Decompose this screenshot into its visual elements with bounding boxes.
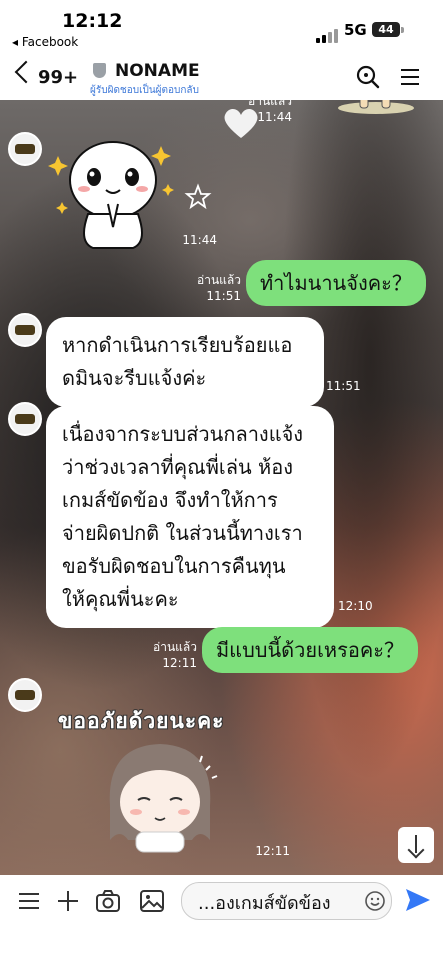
signal-icon [316,24,340,43]
back-count[interactable]: 99+ [38,67,78,88]
camera-icon[interactable] [95,889,121,913]
read-receipt: อ่านแล้ว [153,640,197,654]
their-message-bubble[interactable]: หากดำเนินการเรียบร้อยแอ ดมินจะรีบแจ้งค่ะ [46,317,324,407]
chevron-left-icon[interactable] [14,60,38,84]
avatar[interactable] [8,132,42,166]
avatar[interactable] [8,402,42,436]
send-icon[interactable] [404,887,432,913]
message-line: ขอรับผิดชอบในการคืนทุน [62,554,286,578]
read-receipt: อ่านแล้ว [248,100,292,108]
sticker-apologizing-girl[interactable] [100,736,220,854]
message-line: จ่ายผิดปกติ ในส่วนนี้ทางเรา [62,521,303,545]
read-receipt: อ่านแล้ว [197,273,241,287]
my-message-bubble[interactable]: ทำไมนานจังคะ？ [246,260,426,306]
message-time: 12:10 [338,599,373,613]
message-line: ว่าช่วงเวลาที่คุณพี่เล่น ห้อง [62,455,293,479]
message-time: 11:44 [257,110,292,124]
message-input-box[interactable] [181,882,392,920]
avatar[interactable] [8,313,42,347]
image-icon[interactable] [139,889,165,913]
status-bar: 12:12 ◂ Facebook 5G 44 [0,0,443,52]
chat-title[interactable]: NONAME [115,61,200,81]
message-input[interactable] [196,887,360,917]
message-line: เกมส์ขัดข้อง จึงทำให้การ [62,488,278,512]
message-composer-bar [0,875,443,960]
message-time: 11:51 [326,379,361,393]
message-time: 11:44 [182,233,217,247]
message-time: 12:11 [162,656,197,670]
avatar[interactable] [8,678,42,712]
plus-icon[interactable] [55,889,81,913]
menu-icon[interactable] [16,889,42,913]
message-line: ให้คุณพี่นะคะ [62,587,179,611]
message-time: 11:51 [206,289,241,303]
hamburger-icon[interactable] [398,64,424,90]
chat-area[interactable]: อ่านแล้ว 11:44 11:44 อ่านแล้ว 11:51 ทำไม… [0,100,443,875]
message-line: ดมินจะรีบแจ้งค่ะ [62,366,207,390]
message-line: หากดำเนินการเรียบร้อยแอ [62,333,293,357]
message-line: เนื่องจากระบบส่วนกลางแจ้ง [62,422,304,446]
chat-subtitle: ผู้รับผิดชอบเป็นผู้ตอบกลับ [90,85,199,96]
network-label: 5G [344,21,367,39]
sticker-caption: ขออภัยด้วยนะคะ [57,708,225,734]
emoji-icon[interactable] [364,890,386,912]
battery-icon: 44 [372,22,400,37]
chat-header: 99+ NONAME ผู้รับผิดชอบเป็นผู้ตอบกลับ [0,52,443,100]
their-message-bubble[interactable]: เนื่องจากระบบส่วนกลางแจ้ง ว่าช่วงเวลาที่… [46,406,334,628]
scroll-down-button[interactable] [398,827,434,863]
search-icon[interactable] [355,64,381,90]
back-to-app-link[interactable]: ◂ Facebook [12,35,78,49]
battery-tip [401,27,404,33]
status-time: 12:12 [62,10,123,32]
sticker-partial-top[interactable] [336,100,416,118]
my-message-bubble[interactable]: มีแบบนี้ด้วยเหรอคะ？ [202,627,418,673]
message-time: 12:11 [255,844,290,858]
shield-icon [93,63,106,78]
